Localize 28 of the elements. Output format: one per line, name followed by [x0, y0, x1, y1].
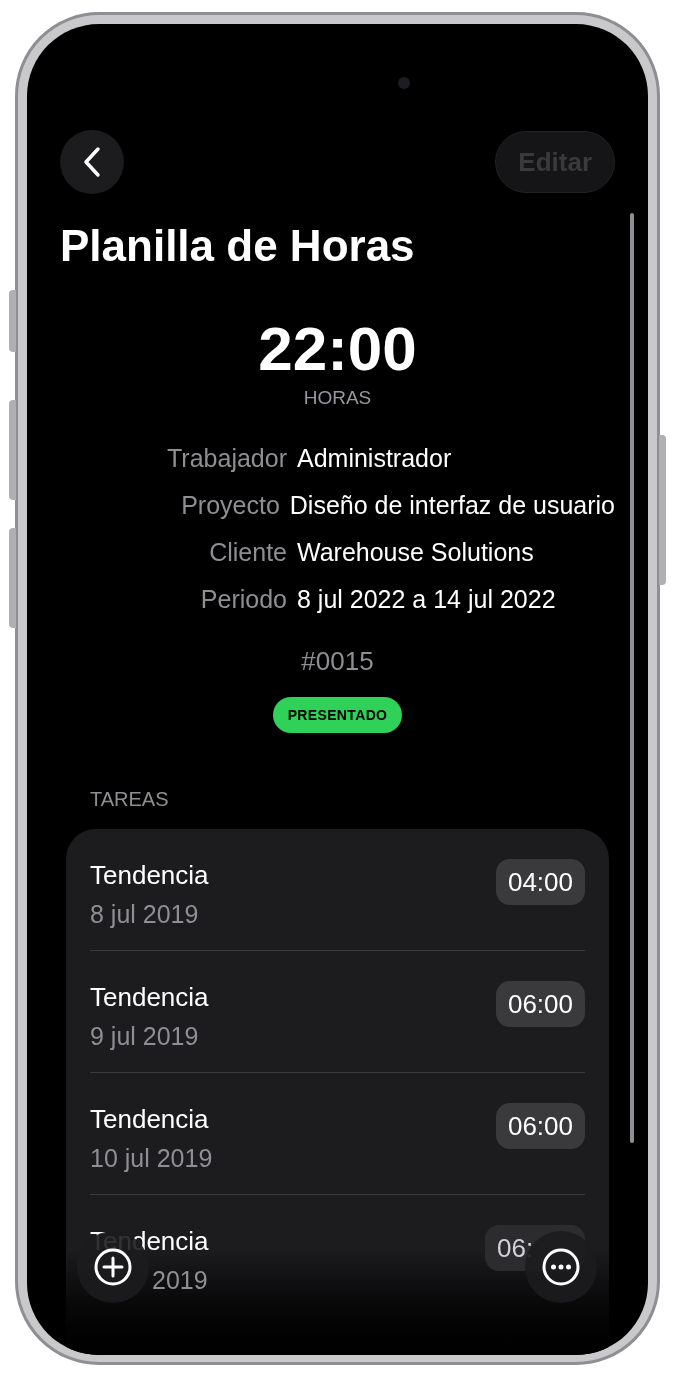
- detail-label: Trabajador: [166, 442, 287, 474]
- detail-value: Warehouse Solutions: [297, 536, 534, 568]
- hours-pill: 04:00: [495, 859, 585, 905]
- hours-pill: 06:00: [495, 981, 585, 1027]
- task-date: 9 jul 2019: [90, 1021, 200, 1052]
- status-badge: PRESENTADO: [272, 697, 403, 733]
- detail-label: Proyecto: [180, 489, 280, 521]
- task-title: Tendencia: [90, 859, 209, 891]
- section-header: TAREAS: [89, 787, 170, 811]
- task-date: 10 jul 2019: [90, 1143, 213, 1174]
- task-title: Tendencia: [90, 981, 209, 1013]
- hours-label: HORAS: [302, 388, 373, 408]
- hours-pill: 06:00: [495, 1103, 585, 1149]
- add-icon: [94, 1248, 132, 1286]
- task-date: 8 jul 2019: [90, 899, 200, 930]
- timesheet-number: #0015: [300, 646, 375, 676]
- task-title: Tendencia: [90, 1103, 210, 1135]
- total-hours: 22:00: [257, 314, 418, 384]
- back-icon: [83, 146, 101, 178]
- more-icon: [542, 1248, 580, 1286]
- camera-icon: [398, 77, 410, 89]
- detail-value: 8 jul 2022 a 14 jul 2022: [297, 583, 556, 615]
- page-title: Planilla de Horas: [59, 220, 416, 272]
- detail-label: Cliente: [208, 536, 287, 568]
- detail-value: Administrador: [297, 442, 452, 474]
- detail-value: Diseño de interfaz de usuario: [289, 489, 615, 521]
- detail-label: Periodo: [199, 583, 287, 615]
- task-date: 2019: [152, 1265, 209, 1296]
